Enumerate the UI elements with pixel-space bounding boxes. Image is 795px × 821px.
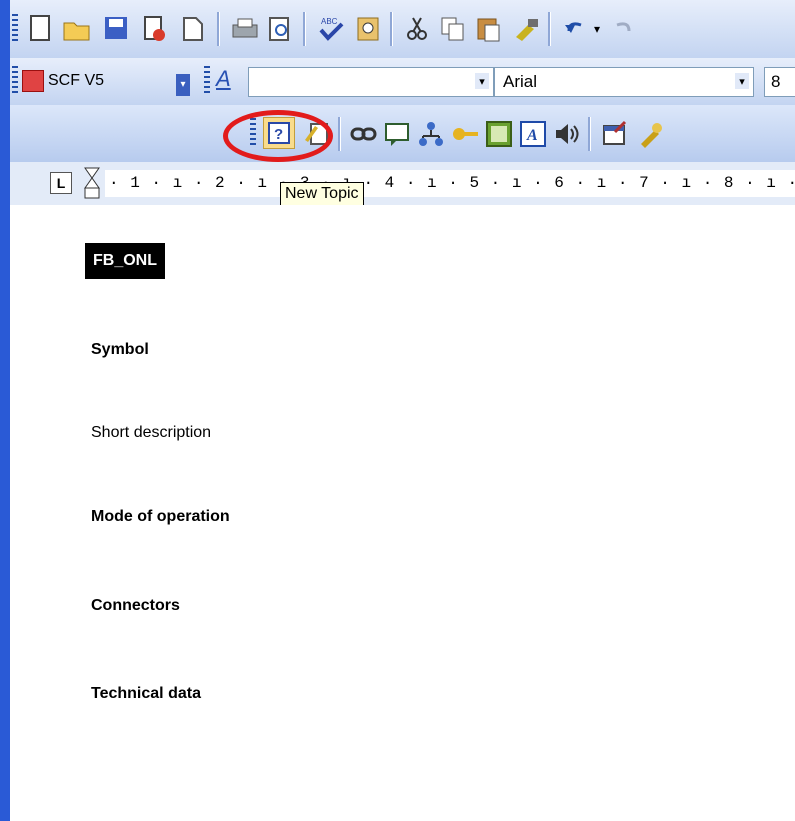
keyword-icon[interactable] (448, 117, 482, 151)
toolbar-separator (338, 117, 341, 151)
svg-text:ABC: ABC (321, 17, 338, 26)
toolbar-separator (217, 12, 220, 46)
style-button[interactable]: SCF V5 (22, 67, 172, 95)
red-highlight-circle (223, 110, 333, 162)
new-document-icon[interactable] (24, 12, 58, 46)
image-icon[interactable] (482, 117, 516, 151)
toolbar-grip[interactable] (12, 14, 18, 44)
styles-formatting-icon[interactable]: A (216, 66, 231, 92)
paste-icon[interactable] (472, 12, 506, 46)
comment-icon[interactable] (380, 117, 414, 151)
hierarchy-icon[interactable] (414, 117, 448, 151)
font-name-value: Arial (503, 72, 538, 91)
font-name-combo[interactable]: Arial ▾ (494, 67, 754, 97)
print-icon[interactable] (228, 12, 262, 46)
topic-tag[interactable]: FB_ONL (85, 243, 165, 279)
sound-icon[interactable] (550, 117, 584, 151)
formatting-toolbar: SCF V5 ▾ A ▾ Arial ▾ 8 (10, 58, 795, 106)
chevron-down-icon[interactable]: ▾ (735, 73, 749, 89)
toolbar-separator (548, 12, 551, 46)
tab-stop-selector[interactable]: L (50, 172, 72, 194)
undo-icon[interactable] (558, 12, 592, 46)
style-icon (22, 70, 44, 92)
toolbar-separator (303, 12, 306, 46)
save-icon[interactable] (100, 12, 134, 46)
print-preview-icon[interactable] (176, 12, 210, 46)
indent-marker-icon[interactable] (84, 166, 100, 200)
new-topic-tooltip: New Topic (280, 182, 364, 206)
undo-dropdown-icon[interactable]: ▾ (588, 12, 606, 46)
section-mode-of-operation[interactable]: Mode of operation (91, 508, 230, 526)
font-size-value: 8 (771, 72, 781, 91)
properties-icon[interactable] (598, 117, 632, 151)
chevron-down-icon[interactable]: ▾ (475, 73, 489, 89)
style-combo[interactable]: ▾ (248, 67, 494, 97)
toolbar-separator (588, 117, 591, 151)
toolbar-separator (390, 12, 393, 46)
section-connectors[interactable]: Connectors (91, 597, 180, 615)
standard-toolbar: ABC ▾ (10, 0, 795, 59)
permission-icon[interactable] (138, 12, 172, 46)
font-size-combo[interactable]: 8 (764, 67, 795, 97)
ruler: L · 1 · ı · 2 · ı · 3 · ı · 4 · ı · 5 · … (10, 162, 795, 206)
editor-window: ABC ▾ SCF V5 ▾ A ▾ Arial ▾ 8 ? A L · 1 ·… (0, 0, 795, 821)
research-icon[interactable] (352, 12, 386, 46)
tools-icon[interactable] (634, 117, 668, 151)
spelling-icon[interactable]: ABC (315, 12, 349, 46)
preview-icon[interactable] (264, 12, 298, 46)
section-technical-data[interactable]: Technical data (91, 685, 201, 703)
redo-icon[interactable] (606, 12, 640, 46)
format-painter-icon[interactable] (510, 12, 544, 46)
style-label: SCF V5 (48, 72, 105, 89)
copy-icon[interactable] (436, 12, 470, 46)
section-symbol[interactable]: Symbol (91, 341, 149, 359)
window-left-border (0, 0, 10, 821)
toolbar-grip[interactable] (12, 66, 18, 96)
toolbar-grip[interactable] (204, 66, 210, 96)
text-style-icon[interactable]: A (516, 117, 550, 151)
svg-text:A: A (526, 127, 538, 144)
toolbar-options-chevron[interactable]: ▾ (176, 74, 190, 96)
open-folder-icon[interactable] (60, 12, 94, 46)
document-area[interactable]: FB_ONL Symbol Short description Mode of … (10, 205, 795, 821)
cut-icon[interactable] (400, 12, 434, 46)
link-icon[interactable] (347, 117, 381, 151)
topic-toolbar: ? A (10, 105, 795, 163)
section-short-description[interactable]: Short description (91, 424, 211, 442)
ruler-scale: · 1 · ı · 2 · ı · 3 · ı · 4 · ı · 5 · ı … (105, 170, 795, 197)
